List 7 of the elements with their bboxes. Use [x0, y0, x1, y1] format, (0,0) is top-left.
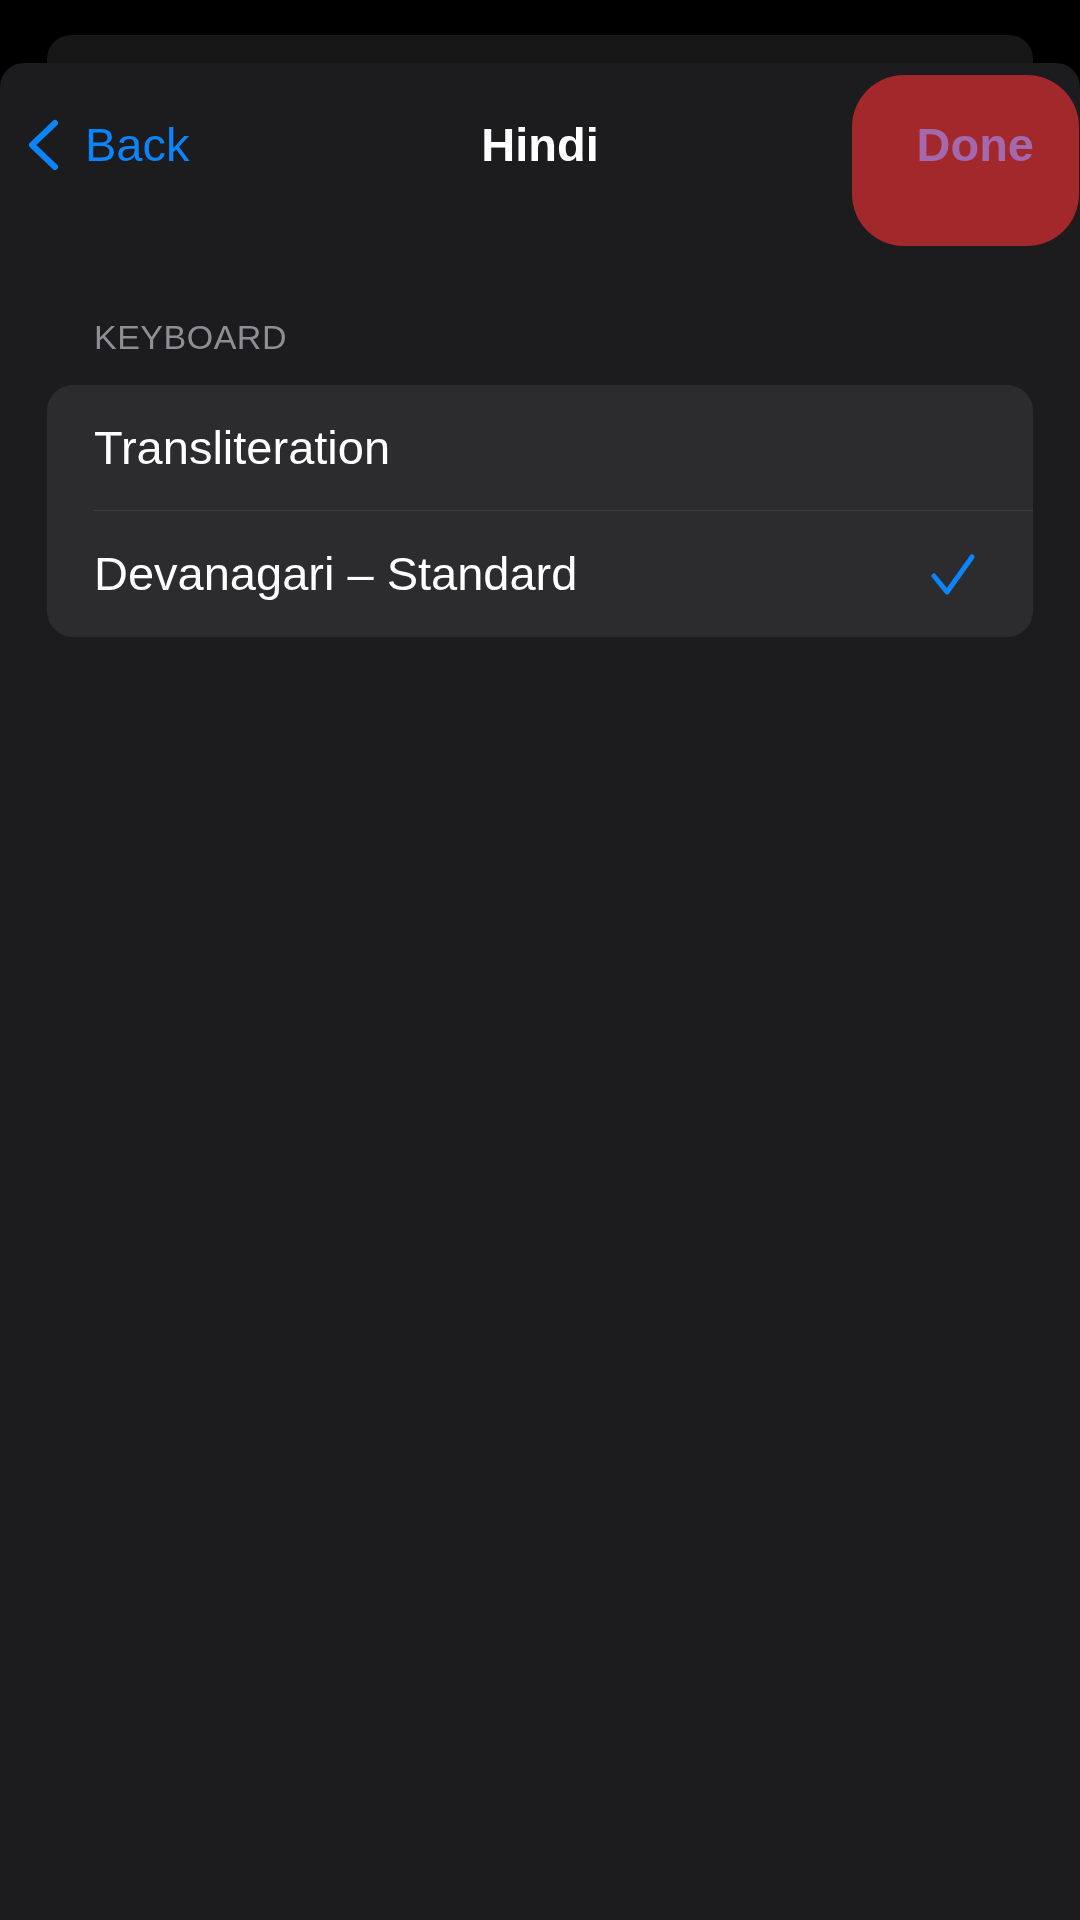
back-label: Back: [85, 117, 190, 173]
chevron-left-icon: [26, 119, 59, 171]
back-button[interactable]: Back: [26, 117, 190, 173]
keyboard-option[interactable]: Devanagari – Standard: [47, 511, 1033, 637]
section-header: KEYBOARD: [94, 317, 287, 357]
page-title: Hindi: [481, 117, 599, 173]
keyboard-option[interactable]: Transliteration: [47, 385, 1033, 510]
